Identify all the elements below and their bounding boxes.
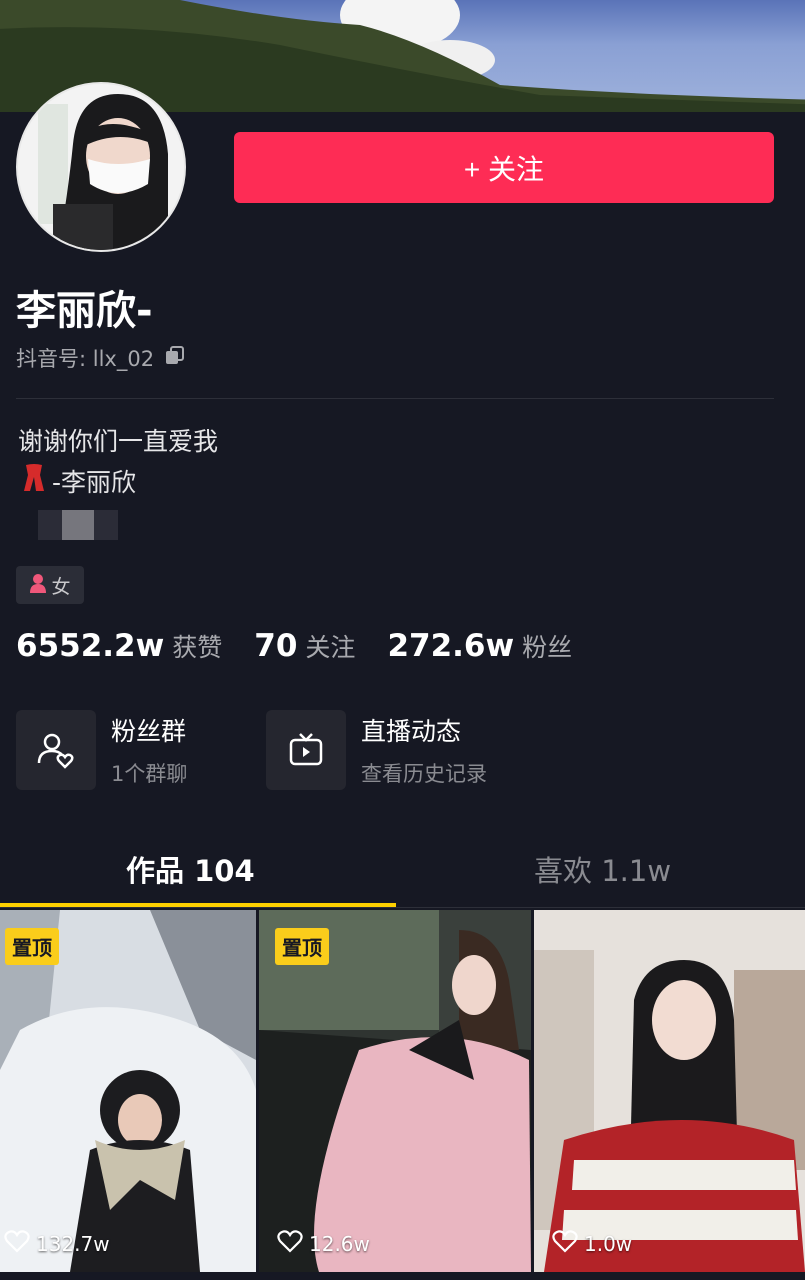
- tab-divider: [0, 907, 805, 908]
- fan-group-icon: [37, 733, 74, 769]
- stat-following[interactable]: 70 关注: [254, 628, 355, 664]
- douyin-id: 抖音号: llx_02: [16, 343, 186, 373]
- video-likes: 1.0w: [552, 1229, 632, 1258]
- pinned-badge: 置顶: [275, 928, 329, 965]
- avatar-image: [18, 84, 184, 250]
- fan-group-title: 粉丝群: [111, 717, 187, 746]
- video-likes-count: 132.7w: [36, 1231, 110, 1256]
- divider: [16, 398, 774, 399]
- follow-button[interactable]: + 关注: [234, 132, 774, 203]
- blurred-content: [28, 508, 128, 540]
- video-thumbnail[interactable]: 置顶 132.7w: [0, 910, 256, 1272]
- fan-group-icon-box: [16, 710, 96, 790]
- stat-likes-label: 获赞: [172, 633, 223, 662]
- live-activity-title: 直播动态: [361, 717, 462, 746]
- bio-line-1: 谢谢你们一直爱我: [18, 427, 219, 456]
- video-thumbnail[interactable]: 置顶 12.6w: [259, 910, 531, 1272]
- bio-line-2-text: -李丽欣: [52, 468, 137, 497]
- video-image-room: [534, 910, 805, 1272]
- stat-likes[interactable]: 6552.2w 获赞: [16, 628, 222, 664]
- pinned-badge: 置顶: [5, 928, 59, 965]
- stat-followers[interactable]: 272.6w 粉丝: [387, 628, 572, 664]
- bio-line-2: -李丽欣: [22, 463, 136, 499]
- stat-following-value: 70: [254, 628, 298, 664]
- fan-group-card[interactable]: 粉丝群 1个群聊: [16, 710, 187, 790]
- video-likes: 12.6w: [277, 1229, 370, 1258]
- tab-likes[interactable]: 喜欢 1.1w: [534, 848, 671, 890]
- stat-followers-label: 粉丝: [522, 633, 573, 662]
- video-likes-count: 1.0w: [584, 1231, 633, 1256]
- live-tv-icon: [289, 733, 323, 766]
- heart-icon: [277, 1229, 303, 1258]
- live-activity-subtitle: 查看历史记录: [361, 762, 487, 786]
- douyin-id-label: 抖音号: llx_02: [16, 343, 154, 373]
- live-activity-card[interactable]: 直播动态 查看历史记录: [266, 710, 487, 790]
- gender-tag: 女: [16, 566, 84, 604]
- live-activity-icon-box: [266, 710, 346, 790]
- douyin-id-value: llx_02: [92, 347, 155, 371]
- stats-row: 6552.2w 获赞 70 关注 272.6w 粉丝: [16, 628, 604, 664]
- stat-following-label: 关注: [305, 633, 356, 662]
- douyin-id-prefix: 抖音号:: [16, 347, 87, 371]
- stat-followers-value: 272.6w: [387, 628, 515, 664]
- scarf-emoji-icon: [22, 463, 46, 499]
- video-likes-count: 12.6w: [309, 1231, 370, 1256]
- female-icon: [29, 573, 47, 598]
- copy-icon[interactable]: [164, 345, 186, 372]
- video-thumbnail[interactable]: 1.0w: [534, 910, 805, 1272]
- video-likes: 132.7w: [4, 1229, 110, 1258]
- stat-likes-value: 6552.2w: [16, 628, 165, 664]
- avatar[interactable]: [16, 82, 186, 252]
- gender-label: 女: [51, 575, 71, 598]
- tab-works[interactable]: 作品 104: [126, 848, 255, 890]
- fan-group-subtitle: 1个群聊: [111, 762, 188, 786]
- profile-name: 李丽欣-: [16, 288, 153, 334]
- heart-icon: [552, 1229, 578, 1258]
- heart-icon: [4, 1229, 30, 1258]
